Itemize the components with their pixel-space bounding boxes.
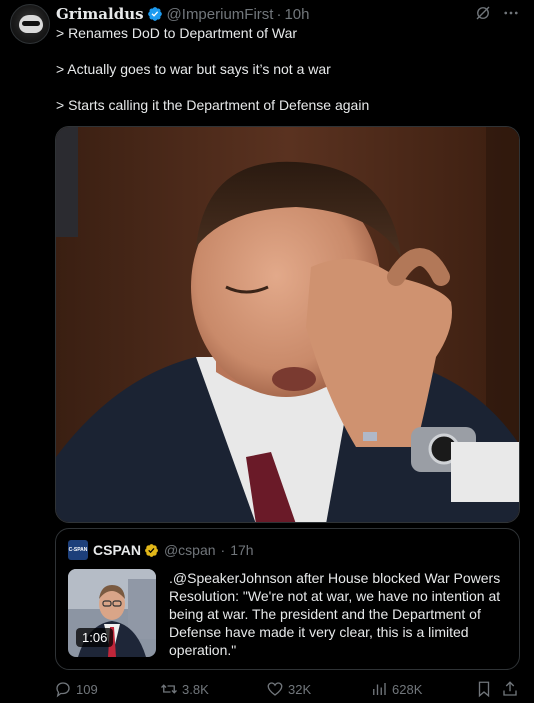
quote-author-name[interactable]: CSPAN [93,542,141,558]
separator-dot: · [276,5,282,23]
quote-text: .@SpeakerJohnson after House blocked War… [169,570,501,658]
quote-video-thumbnail[interactable]: 1:06 [68,569,156,657]
author-name[interactable]: Grimaldus [56,5,144,23]
avatar-visor [22,21,40,26]
like-count: 32K [288,681,312,697]
repost-count: 3.8K [182,681,209,697]
quote-timestamp[interactable]: 17h [230,542,253,558]
tweet-line: > Starts calling it the Department of De… [56,97,370,113]
action-bar: 109 3.8K 32K 628K [54,679,524,699]
separator-dot: · [220,542,226,558]
share-button[interactable] [501,679,519,699]
author-handle[interactable]: @ImperiumFirst [167,6,274,23]
tweet-text: > Renames DoD to Department of War > Act… [56,24,526,132]
repost-button[interactable]: 3.8K [160,679,209,699]
tweet-line: > Actually goes to war but says it’s not… [56,61,331,77]
more-icon[interactable] [502,4,520,22]
verified-gold-badge-icon [145,543,158,557]
bookmark-icon [478,681,490,698]
grok-icon[interactable] [474,4,492,22]
repost-icon [161,684,177,694]
facepalm-illustration [56,127,519,522]
like-button[interactable]: 32K [266,679,311,699]
quoted-tweet[interactable]: C-SPAN CSPAN @cspan · 17h 1:06 .@Speaker… [55,528,520,670]
author-avatar[interactable] [10,4,50,44]
quote-author-handle[interactable]: @cspan [164,542,216,558]
like-icon [267,682,283,696]
header-icons [474,4,520,22]
views-count: 628K [392,681,423,697]
verified-badge-icon [147,7,162,21]
reply-icon [56,682,70,698]
video-duration: 1:06 [76,628,114,647]
views-button[interactable]: 628K [370,679,422,699]
bookmark-button[interactable] [475,679,493,699]
tweet-image[interactable] [55,126,520,523]
tweet-header: Grimaldus @ImperiumFirst · 10h [56,4,524,24]
reply-button[interactable]: 109 [54,679,98,699]
cspan-avatar[interactable]: C-SPAN [68,540,88,560]
reply-count: 109 [76,681,98,697]
views-icon [373,683,386,695]
tweet-timestamp[interactable]: 10h [284,6,309,23]
quote-header: C-SPAN CSPAN @cspan · 17h [68,540,254,560]
tweet-line: > Renames DoD to Department of War [56,25,298,41]
share-icon [503,681,517,696]
